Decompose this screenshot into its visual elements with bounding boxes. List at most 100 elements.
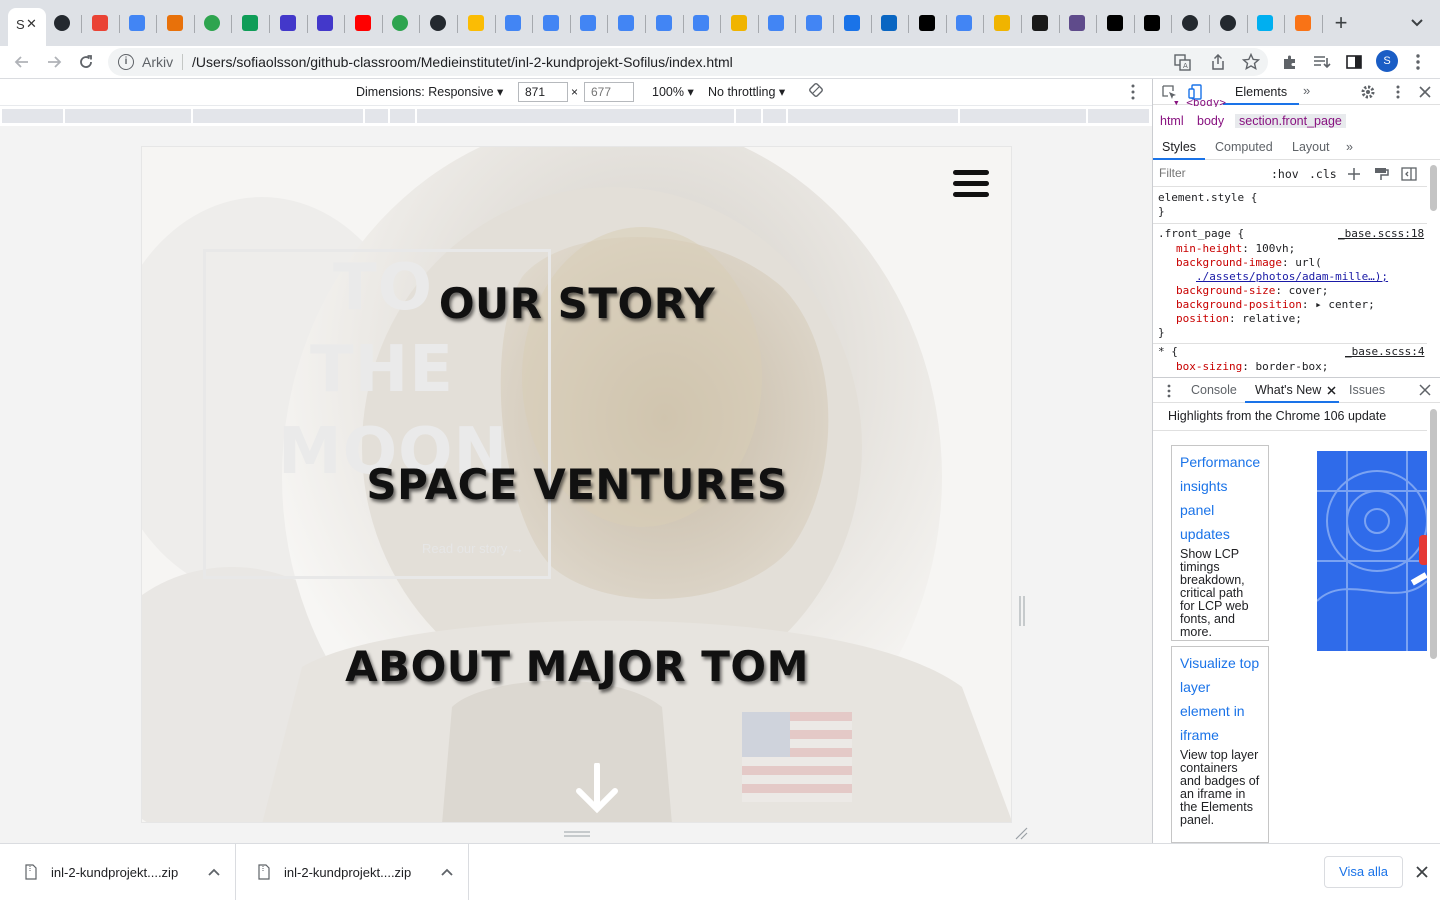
media-query-bar[interactable] (417, 109, 734, 123)
pinned-tab[interactable] (89, 12, 111, 34)
css-declaration[interactable]: box-sizing: border-box; (1176, 360, 1328, 372)
close-devtools-icon[interactable] (1417, 84, 1433, 100)
pinned-tab[interactable] (1104, 12, 1126, 34)
chevron-up-icon[interactable] (208, 867, 220, 877)
tab-styles[interactable]: Styles (1162, 140, 1196, 154)
source-link-base-18[interactable]: _base.scss:18 (1338, 227, 1424, 240)
tab-computed[interactable]: Computed (1215, 140, 1273, 154)
pinned-tab[interactable] (878, 12, 900, 34)
css-declaration[interactable]: position: relative; (1176, 312, 1302, 326)
inspect-element-icon[interactable] (1161, 84, 1177, 100)
settings-gear-icon[interactable] (1360, 84, 1376, 100)
more-tabs-button[interactable]: » (1303, 83, 1310, 98)
scroll-down-arrow-icon[interactable] (575, 763, 619, 815)
breadcrumb-body[interactable]: body (1197, 114, 1224, 128)
pinned-tab[interactable] (1141, 12, 1163, 34)
new-tab-button[interactable]: + (1329, 11, 1353, 35)
pinned-tab[interactable] (540, 12, 562, 34)
new-style-rule-icon[interactable] (1347, 167, 1361, 181)
tab-console[interactable]: Console (1191, 383, 1237, 397)
viewport-width-input[interactable] (518, 82, 568, 102)
pinned-tab[interactable] (277, 12, 299, 34)
pinned-tab[interactable] (239, 12, 261, 34)
media-query-bar[interactable] (960, 109, 1086, 123)
viewport-resize-handle-right[interactable] (1018, 596, 1026, 626)
side-panel-button[interactable] (1342, 50, 1366, 74)
media-query-bar[interactable] (2, 109, 63, 123)
back-button[interactable] (10, 50, 34, 74)
pinned-tab[interactable] (465, 12, 487, 34)
paint-roller-icon[interactable] (1373, 166, 1389, 182)
reading-list-button[interactable] (1310, 50, 1334, 74)
address-bar[interactable]: i Arkiv /Users/sofiaolsson/github-classr… (108, 48, 1268, 76)
chevron-up-icon[interactable] (441, 867, 453, 877)
nav-link-our-story[interactable]: OUR STORY (277, 279, 877, 328)
css-declaration[interactable]: min-height: 100vh; (1176, 242, 1295, 256)
forward-button[interactable] (42, 50, 66, 74)
css-url-link[interactable]: ./assets/photos/adam-mille…); (1196, 270, 1388, 283)
pinned-tab[interactable] (389, 12, 411, 34)
pinned-tab[interactable] (991, 12, 1013, 34)
read-our-story-link[interactable]: Read our story → (422, 541, 524, 556)
media-query-bar[interactable] (193, 109, 363, 123)
whats-new-card[interactable]: Performance insights panel updates Show … (1171, 445, 1269, 641)
pinned-tab[interactable] (803, 12, 825, 34)
nav-link-space-ventures[interactable]: SPACE VENTURES (277, 460, 877, 509)
cls-toggle[interactable]: .cls (1309, 167, 1337, 181)
styles-filter-input[interactable] (1155, 163, 1263, 183)
media-query-bar[interactable] (788, 109, 958, 123)
devtools-menu-icon[interactable] (1390, 84, 1406, 100)
media-query-bar[interactable] (365, 109, 388, 123)
media-query-bar[interactable] (736, 109, 761, 123)
pinned-tab[interactable] (765, 12, 787, 34)
tab-layout[interactable]: Layout (1292, 140, 1330, 154)
pinned-tab[interactable] (577, 12, 599, 34)
more-style-tabs[interactable]: » (1346, 140, 1353, 154)
breadcrumb-section[interactable]: section.front_page (1235, 114, 1346, 128)
whats-new-scrollbar[interactable] (1430, 409, 1437, 659)
pinned-tab[interactable] (1066, 12, 1088, 34)
media-query-bar[interactable] (1088, 109, 1149, 123)
hov-toggle[interactable]: :hov (1271, 167, 1299, 181)
close-drawer-icon[interactable] (1419, 384, 1431, 396)
bookmark-star-icon[interactable] (1242, 53, 1260, 71)
rule-selector-universal[interactable]: * { (1158, 345, 1178, 359)
download-item[interactable]: inl-2-kundprojekt....zip (3, 844, 236, 900)
pinned-tab[interactable] (502, 12, 524, 34)
card-title-link[interactable]: Performance insights panel updates (1180, 450, 1260, 546)
profile-avatar[interactable]: S (1376, 50, 1398, 72)
media-query-bar[interactable] (763, 109, 786, 123)
device-more-icon[interactable] (1126, 83, 1140, 101)
css-declaration[interactable]: background-image: url( (1176, 256, 1322, 270)
css-declaration[interactable]: background-size: cover; (1176, 284, 1328, 298)
pinned-tab[interactable] (1292, 12, 1314, 34)
source-link-base-4[interactable]: _base.scss:4 (1345, 345, 1424, 358)
pinned-tab[interactable] (1179, 12, 1201, 34)
reload-button[interactable] (74, 50, 98, 74)
pinned-tab[interactable] (352, 12, 374, 34)
pinned-tab[interactable] (728, 12, 750, 34)
nav-link-about-major-tom[interactable]: ABOUT MAJOR TOM (277, 642, 877, 691)
media-query-bar[interactable] (390, 109, 415, 123)
rotate-icon[interactable] (809, 83, 823, 97)
pinned-tab[interactable] (164, 12, 186, 34)
zoom-dropdown[interactable]: 100% ▾ (652, 84, 694, 99)
tab-whats-new[interactable]: What's New (1255, 383, 1321, 397)
pinned-tab[interactable] (314, 12, 336, 34)
viewport-resize-corner[interactable] (1014, 826, 1028, 840)
pinned-tab[interactable] (427, 12, 449, 34)
chrome-menu-button[interactable] (1406, 50, 1430, 74)
active-tab[interactable]: S ✕ (8, 8, 46, 46)
hamburger-menu-icon[interactable] (953, 170, 989, 198)
css-declaration[interactable]: background-position: ▸ center; (1176, 298, 1375, 312)
share-icon[interactable] (1210, 54, 1226, 70)
tab-close-button[interactable]: ✕ (26, 16, 37, 32)
close-tab-icon[interactable] (1327, 386, 1336, 395)
drawer-menu-icon[interactable] (1167, 384, 1171, 398)
pinned-tab[interactable] (126, 12, 148, 34)
tab-search-chevron-icon[interactable] (1407, 13, 1427, 33)
breadcrumb-html[interactable]: html (1160, 114, 1184, 128)
rule-selector-front-page[interactable]: .front_page { (1158, 227, 1244, 241)
viewport-resize-handle-bottom[interactable] (564, 830, 590, 838)
pinned-tab[interactable] (916, 12, 938, 34)
